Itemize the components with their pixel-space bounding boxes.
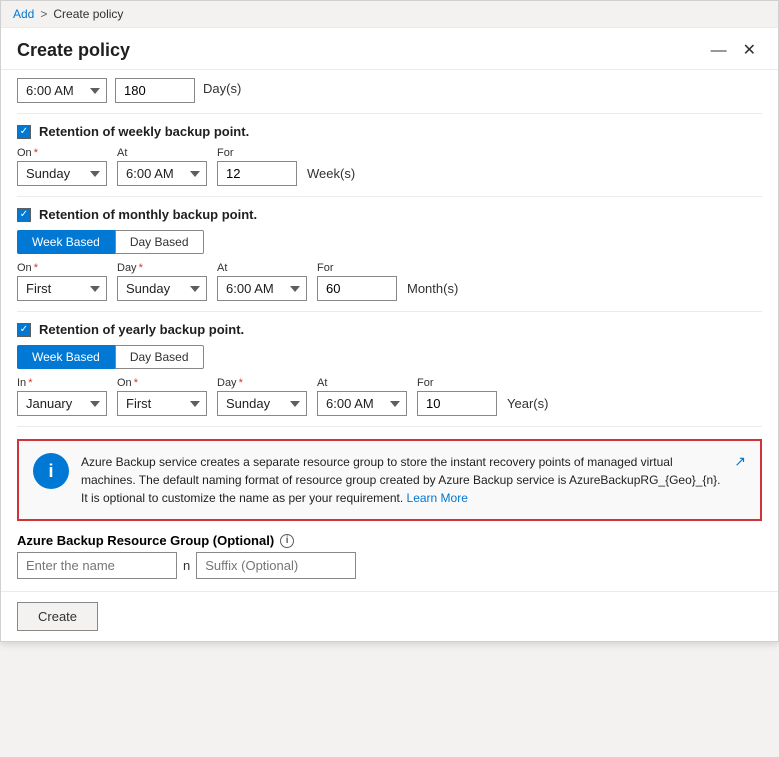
yearly-for-input[interactable]	[417, 391, 497, 416]
breadcrumb: Add > Create policy	[1, 1, 778, 28]
weekly-for-label: For	[217, 147, 297, 159]
minimize-button[interactable]: —	[705, 41, 733, 61]
yearly-in-group: In * January	[17, 377, 107, 416]
weekly-on-label: On *	[17, 147, 107, 159]
days-unit-top: Day(s)	[203, 81, 241, 101]
rg-input-row: n	[17, 552, 762, 579]
days-input-top[interactable]	[115, 78, 195, 103]
yearly-at-group: At 6:00 AM	[317, 377, 407, 416]
page-title: Create policy	[17, 40, 130, 61]
rg-label: Azure Backup Resource Group (Optional) i	[17, 533, 762, 548]
monthly-label: Retention of monthly backup point.	[39, 207, 257, 222]
yearly-in-label: In *	[17, 377, 107, 389]
rg-separator: n	[183, 558, 190, 573]
top-row: 6:00 AM Day(s)	[17, 70, 762, 114]
yearly-day-group: Day * Sunday	[217, 377, 307, 416]
weekly-unit: Week(s)	[307, 166, 355, 186]
yearly-day-select[interactable]: Sunday	[217, 391, 307, 416]
monthly-on-required: *	[34, 262, 38, 274]
rg-info-icon[interactable]: i	[280, 534, 294, 548]
footer: Create	[1, 591, 778, 641]
weekly-fields: On * Sunday At 6:00 AM For	[17, 147, 762, 186]
monthly-at-label: At	[217, 262, 307, 274]
monthly-on-group: On * First	[17, 262, 107, 301]
yearly-in-select[interactable]: January	[17, 391, 107, 416]
yearly-for-label: For	[417, 377, 497, 389]
weekly-for-input[interactable]	[217, 161, 297, 186]
weekly-at-label: At	[117, 147, 207, 159]
breadcrumb-current: Create policy	[53, 7, 123, 21]
monthly-at-select[interactable]: 6:00 AM	[217, 276, 307, 301]
create-button[interactable]: Create	[17, 602, 98, 631]
weekly-section: Retention of weekly backup point. On * S…	[17, 114, 762, 197]
yearly-tab-week[interactable]: Week Based	[17, 345, 115, 369]
content-area: 6:00 AM Day(s) Retention of weekly backu…	[1, 70, 778, 591]
rg-name-input[interactable]	[17, 552, 177, 579]
yearly-checkbox[interactable]	[17, 323, 31, 337]
monthly-tab-group: Week Based Day Based	[17, 230, 762, 254]
external-link-icon[interactable]: ↗	[734, 453, 746, 470]
monthly-checkbox[interactable]	[17, 208, 31, 222]
yearly-fields: In * January On * First	[17, 377, 762, 416]
monthly-unit: Month(s)	[407, 281, 458, 301]
yearly-in-required: *	[28, 377, 32, 389]
rg-suffix-input[interactable]	[196, 552, 356, 579]
weekly-on-group: On * Sunday	[17, 147, 107, 186]
breadcrumb-add-link[interactable]: Add	[13, 7, 34, 21]
weekly-header: Retention of weekly backup point.	[17, 124, 762, 139]
weekly-at-select[interactable]: 6:00 AM	[117, 161, 207, 186]
weekly-on-select[interactable]: Sunday	[17, 161, 107, 186]
yearly-day-required: *	[239, 377, 243, 389]
weekly-label: Retention of weekly backup point.	[39, 124, 249, 139]
yearly-for-group: For	[417, 377, 497, 416]
monthly-for-group: For	[317, 262, 397, 301]
monthly-tab-week[interactable]: Week Based	[17, 230, 115, 254]
weekly-at-group: At 6:00 AM	[117, 147, 207, 186]
info-message: Azure Backup service creates a separate …	[81, 455, 720, 505]
monthly-day-select[interactable]: Sunday	[117, 276, 207, 301]
rg-label-text: Azure Backup Resource Group (Optional)	[17, 533, 274, 548]
info-text: Azure Backup service creates a separate …	[81, 453, 722, 507]
monthly-day-required: *	[139, 262, 143, 274]
yearly-on-label: On *	[117, 377, 207, 389]
monthly-for-label: For	[317, 262, 397, 274]
yearly-at-label: At	[317, 377, 407, 389]
monthly-day-group: Day * Sunday	[117, 262, 207, 301]
resource-group-section: Azure Backup Resource Group (Optional) i…	[17, 533, 762, 579]
breadcrumb-separator: >	[40, 7, 47, 21]
monthly-section: Retention of monthly backup point. Week …	[17, 197, 762, 312]
yearly-tab-day[interactable]: Day Based	[115, 345, 204, 369]
weekly-for-group: For	[217, 147, 297, 186]
weekly-on-required: *	[34, 147, 38, 159]
monthly-tab-day[interactable]: Day Based	[115, 230, 204, 254]
yearly-day-label: Day *	[217, 377, 307, 389]
monthly-day-label: Day *	[117, 262, 207, 274]
yearly-label: Retention of yearly backup point.	[39, 322, 244, 337]
yearly-on-select[interactable]: First	[117, 391, 207, 416]
yearly-section: Retention of yearly backup point. Week B…	[17, 312, 762, 427]
monthly-on-select[interactable]: First	[17, 276, 107, 301]
yearly-on-required: *	[134, 377, 138, 389]
yearly-unit: Year(s)	[507, 396, 548, 416]
learn-more-link[interactable]: Learn More	[407, 491, 468, 505]
title-bar: Create policy — ✕	[1, 28, 778, 70]
monthly-on-label: On *	[17, 262, 107, 274]
yearly-header: Retention of yearly backup point.	[17, 322, 762, 337]
info-icon: i	[33, 453, 69, 489]
yearly-at-select[interactable]: 6:00 AM	[317, 391, 407, 416]
create-policy-window: Add > Create policy Create policy — ✕ 6:…	[0, 0, 779, 642]
info-box: i Azure Backup service creates a separat…	[17, 439, 762, 521]
time-select-top[interactable]: 6:00 AM	[17, 78, 107, 103]
yearly-tab-group: Week Based Day Based	[17, 345, 762, 369]
yearly-on-group: On * First	[117, 377, 207, 416]
monthly-for-input[interactable]	[317, 276, 397, 301]
monthly-at-group: At 6:00 AM	[217, 262, 307, 301]
monthly-fields: On * First Day * Sunday	[17, 262, 762, 301]
window-controls: — ✕	[705, 41, 762, 61]
close-button[interactable]: ✕	[737, 41, 762, 61]
monthly-header: Retention of monthly backup point.	[17, 207, 762, 222]
weekly-checkbox[interactable]	[17, 125, 31, 139]
